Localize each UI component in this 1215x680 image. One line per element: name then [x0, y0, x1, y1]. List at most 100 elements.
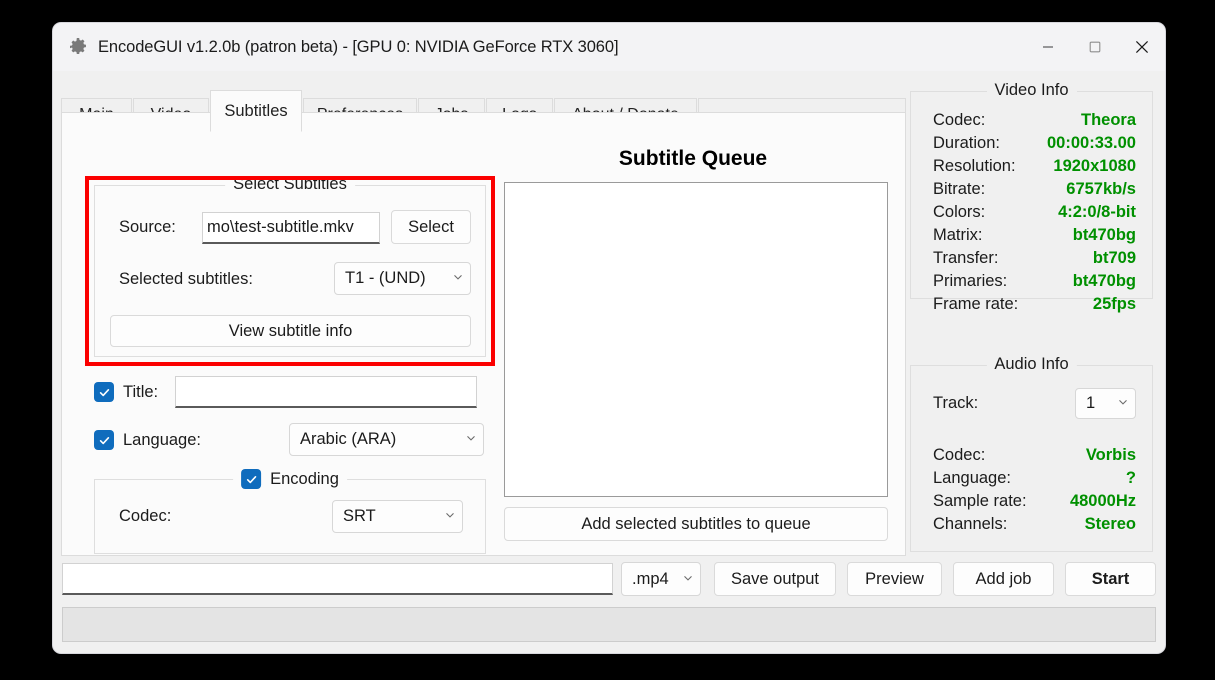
row-key: Language: [933, 469, 1011, 487]
row-key: Matrix: [933, 226, 983, 244]
title-input[interactable] [175, 376, 477, 408]
title-label: Title: [123, 382, 159, 401]
select-source-button[interactable]: Select [391, 210, 471, 244]
add-job-button[interactable]: Add job [953, 562, 1054, 596]
row-value: 25fps [1092, 295, 1136, 313]
encoding-checkbox[interactable] [241, 469, 262, 489]
tab-label: Subtitles [224, 101, 288, 120]
container-format-combo[interactable]: .mp4 [621, 562, 701, 596]
audio-track-combo[interactable]: 1 [1075, 388, 1136, 419]
selected-subtitles-combo[interactable]: T1 - (UND) [334, 262, 471, 295]
row-value: Theora [1080, 111, 1136, 129]
start-button[interactable]: Start [1065, 562, 1156, 596]
source-input[interactable]: mo\test-subtitle.mkv [202, 212, 380, 244]
close-button[interactable] [1118, 23, 1165, 71]
video-info-group: Video Info Codec: Theora Duration: 00:00:3… [910, 81, 1153, 313]
add-subtitles-to-queue-button[interactable]: Add selected subtitles to queue [504, 507, 888, 541]
encoding-group: Encoding Codec: SRT [94, 469, 486, 554]
title-row: Title: [94, 382, 158, 402]
row-key: Channels: [933, 515, 1008, 533]
preview-button[interactable]: Preview [847, 562, 942, 596]
container-format-value: .mp4 [632, 569, 669, 588]
application-window: EncodeGUI v1.2.0b (patron beta) - [GPU 0… [53, 23, 1165, 653]
subtitle-queue-list[interactable] [504, 182, 888, 497]
table-row: Transfer: bt709 [933, 249, 1136, 272]
save-output-button[interactable]: Save output [714, 562, 836, 596]
table-row: Language:? [933, 469, 1136, 492]
table-row: Codec: Theora [933, 111, 1136, 134]
codec-value: SRT [343, 507, 376, 525]
audio-info-group: Audio Info Track: 1 Codec: Vorbis Languag… [910, 355, 1153, 552]
status-bar [62, 607, 1156, 642]
audio-track-label: Track: [933, 394, 979, 412]
row-key: Duration: [933, 134, 1000, 152]
table-row: Codec: Vorbis [933, 446, 1136, 469]
select-subtitles-group: Select Subtitles Source: mo\test-subtitl… [94, 175, 486, 357]
audio-info-group-title: Audio Info [986, 355, 1077, 374]
video-info-group-title: Video Info [986, 81, 1077, 100]
table-row: Sample rate: 48000Hz [933, 492, 1136, 515]
row-key: Frame rate: [933, 295, 1019, 313]
table-row: Bitrate: 6757kb/s [933, 180, 1136, 203]
codec-label: Codec: [119, 507, 172, 525]
encoding-group-header: Encoding [233, 469, 347, 489]
row-value: 6757kb/s [1066, 180, 1136, 198]
chevron-down-icon [682, 570, 694, 589]
row-value: Stereo [1084, 515, 1136, 533]
chevron-down-icon [444, 507, 456, 526]
table-row: Primaries: bt470bg [933, 272, 1136, 295]
minimize-button[interactable] [1024, 23, 1071, 71]
row-key: Colors: [933, 203, 986, 221]
row-value: 4:2:0/8-bit [1058, 203, 1136, 221]
window-title: EncodeGUI v1.2.0b (patron beta) - [GPU 0… [98, 37, 619, 56]
row-value: bt709 [1092, 249, 1136, 267]
audio-track-row: Track: 1 [933, 388, 1136, 419]
row-key: Bitrate: [933, 180, 986, 198]
table-row: Colors: 4:2:0/8-bit [933, 203, 1136, 226]
window-controls [1024, 23, 1165, 71]
view-subtitle-info-button[interactable]: View subtitle info [110, 315, 471, 347]
row-value: ? [1125, 469, 1136, 487]
chevron-down-icon [1117, 394, 1129, 413]
tab-subtitles[interactable]: Subtitles [210, 90, 302, 132]
row-value: 48000Hz [1069, 492, 1136, 510]
selected-subtitles-value: T1 - (UND) [345, 269, 426, 287]
audio-track-value: 1 [1086, 394, 1096, 412]
codec-combo[interactable]: SRT [332, 500, 463, 533]
language-row: Language: [94, 430, 201, 450]
row-key: Transfer: [933, 249, 999, 267]
audio-info-rows: Codec: Vorbis Language:? Sample rate: 4800… [933, 446, 1136, 538]
row-value: 00:00:33.00 [1047, 134, 1136, 152]
row-key: Sample rate: [933, 492, 1027, 510]
language-label: Language: [123, 430, 201, 449]
encoding-label: Encoding [270, 469, 339, 488]
maximize-button[interactable] [1071, 23, 1118, 71]
row-value: Vorbis [1085, 446, 1136, 464]
row-key: Primaries: [933, 272, 1008, 290]
chevron-down-icon [452, 269, 464, 288]
table-row: Duration: 00:00:33.00 [933, 134, 1136, 157]
subtitle-queue-heading: Subtitle Queue [618, 147, 768, 170]
gear-icon [68, 37, 88, 57]
row-value: 1920x1080 [1053, 157, 1136, 175]
table-row: Frame rate: 25fps [933, 295, 1136, 318]
bottom-toolbar: .mp4 Save output Preview Add job Start [53, 557, 1165, 653]
row-key: Resolution: [933, 157, 1016, 175]
title-checkbox[interactable] [94, 382, 114, 402]
output-path-input[interactable] [62, 563, 613, 595]
row-value: bt470bg [1072, 226, 1136, 244]
source-label: Source: [119, 218, 176, 236]
table-row: Channels: Stereo [933, 515, 1136, 538]
language-value: Arabic (ARA) [300, 430, 397, 448]
subtitles-tab-panel: Select Subtitles Source: mo\test-subtitl… [61, 112, 906, 556]
select-subtitles-group-title: Select Subtitles [225, 175, 355, 194]
chevron-down-icon [465, 430, 477, 449]
row-value: bt470bg [1072, 272, 1136, 290]
video-info-rows: Codec: Theora Duration: 00:00:33.00 Resolu… [933, 111, 1136, 318]
selected-subtitles-label: Selected subtitles: [119, 270, 253, 288]
row-key: Codec: [933, 446, 986, 464]
title-bar[interactable]: EncodeGUI v1.2.0b (patron beta) - [GPU 0… [53, 23, 1165, 71]
language-combo[interactable]: Arabic (ARA) [289, 423, 484, 456]
language-checkbox[interactable] [94, 430, 114, 450]
table-row: Resolution: 1920x1080 [933, 157, 1136, 180]
